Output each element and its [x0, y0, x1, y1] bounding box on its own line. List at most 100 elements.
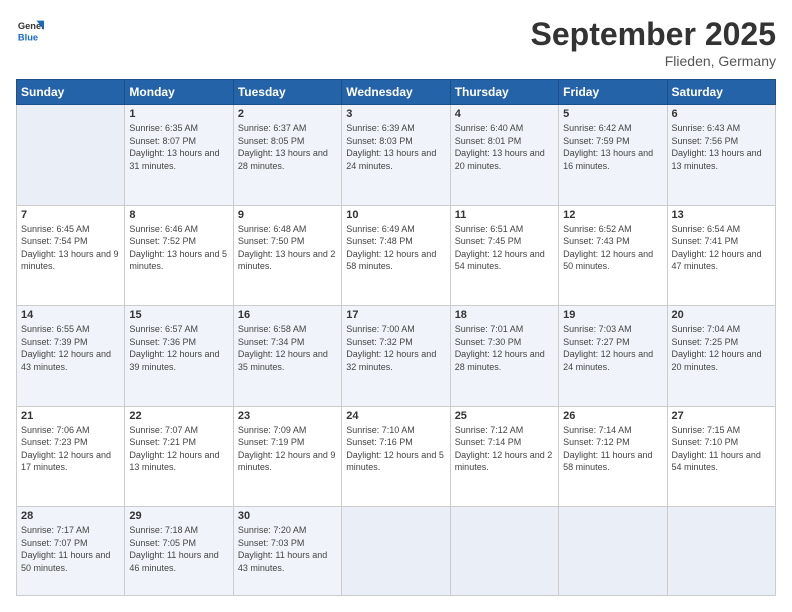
day-number: 8 [129, 209, 228, 221]
day-number: 10 [346, 209, 445, 221]
cell-content: Sunrise: 6:42 AMSunset: 7:59 PMDaylight:… [563, 122, 662, 172]
table-row: 19Sunrise: 7:03 AMSunset: 7:27 PMDayligh… [559, 306, 667, 407]
table-row: 15 Sunrise: 6:57 AMSunset: 7:36 PMDayligh… [125, 306, 233, 407]
table-row: 30 Sunrise: 7:20 AMSunset: 7:03 PMDayligh… [233, 507, 341, 596]
header: General Blue September 2025 Flieden, Ger… [16, 16, 776, 69]
cell-content: Sunrise: 6:40 AMSunset: 8:01 PMDaylight:… [455, 122, 554, 172]
col-monday: Monday [125, 80, 233, 105]
cell-content: Sunrise: 7:09 AMSunset: 7:19 PMDaylight:… [238, 424, 337, 474]
cell-content: Sunrise: 6:35 AMSunset: 8:07 PMDaylight:… [129, 122, 228, 172]
table-row: 16 Sunrise: 6:58 AMSunset: 7:34 PMDayligh… [233, 306, 341, 407]
table-row: 4Sunrise: 6:40 AMSunset: 8:01 PMDaylight… [450, 105, 558, 206]
day-number: 2 [238, 108, 337, 120]
day-number: 12 [563, 209, 662, 221]
cell-content: Sunrise: 7:20 AMSunset: 7:03 PMDaylight:… [238, 524, 337, 574]
day-number: 6 [672, 108, 771, 120]
day-number: 25 [455, 410, 554, 422]
month-title: September 2025 [531, 16, 776, 53]
day-number: 5 [563, 108, 662, 120]
day-number: 3 [346, 108, 445, 120]
table-row: 24Sunrise: 7:10 AMSunset: 7:16 PMDayligh… [342, 406, 450, 507]
table-row: 11 Sunrise: 6:51 AMSunset: 7:45 PMDayligh… [450, 205, 558, 306]
cell-content: Sunrise: 6:54 AMSunset: 7:41 PMDaylight:… [672, 223, 771, 273]
table-row: 14 Sunrise: 6:55 AMSunset: 7:39 PMDayligh… [17, 306, 125, 407]
col-thursday: Thursday [450, 80, 558, 105]
cell-content: Sunrise: 7:06 AMSunset: 7:23 PMDaylight:… [21, 424, 120, 474]
day-number: 7 [21, 209, 120, 221]
calendar-week-row: 7Sunrise: 6:45 AMSunset: 7:54 PMDaylight… [17, 205, 776, 306]
calendar-header-row: Sunday Monday Tuesday Wednesday Thursday… [17, 80, 776, 105]
day-number: 20 [672, 309, 771, 321]
cell-content: Sunrise: 7:12 AMSunset: 7:14 PMDaylight:… [455, 424, 554, 474]
col-saturday: Saturday [667, 80, 775, 105]
cell-content: Sunrise: 6:49 AMSunset: 7:48 PMDaylight:… [346, 223, 445, 273]
cell-content: Sunrise: 7:14 AMSunset: 7:12 PMDaylight:… [563, 424, 662, 474]
svg-text:Blue: Blue [18, 32, 38, 42]
table-row [342, 507, 450, 596]
day-number: 13 [672, 209, 771, 221]
cell-content: Sunrise: 6:39 AMSunset: 8:03 PMDaylight:… [346, 122, 445, 172]
day-number: 22 [129, 410, 228, 422]
day-number: 27 [672, 410, 771, 422]
calendar-week-row: 21 Sunrise: 7:06 AMSunset: 7:23 PMDayligh… [17, 406, 776, 507]
day-number: 29 [129, 510, 228, 522]
day-number: 17 [346, 309, 445, 321]
col-tuesday: Tuesday [233, 80, 341, 105]
table-row: 3 Sunrise: 6:39 AMSunset: 8:03 PMDaylight… [342, 105, 450, 206]
table-row: 18Sunrise: 7:01 AMSunset: 7:30 PMDayligh… [450, 306, 558, 407]
title-block: September 2025 Flieden, Germany [531, 16, 776, 69]
day-number: 18 [455, 309, 554, 321]
table-row: 5 Sunrise: 6:42 AMSunset: 7:59 PMDaylight… [559, 105, 667, 206]
table-row: 29 Sunrise: 7:18 AMSunset: 7:05 PMDayligh… [125, 507, 233, 596]
cell-content: Sunrise: 6:43 AMSunset: 7:56 PMDaylight:… [672, 122, 771, 172]
cell-content: Sunrise: 7:17 AMSunset: 7:07 PMDaylight:… [21, 524, 120, 574]
table-row: 20 Sunrise: 7:04 AMSunset: 7:25 PMDayligh… [667, 306, 775, 407]
day-number: 24 [346, 410, 445, 422]
day-number: 14 [21, 309, 120, 321]
cell-content: Sunrise: 6:51 AMSunset: 7:45 PMDaylight:… [455, 223, 554, 273]
day-number: 9 [238, 209, 337, 221]
col-wednesday: Wednesday [342, 80, 450, 105]
calendar-week-row: 1 Sunrise: 6:35 AMSunset: 8:07 PMDaylight… [17, 105, 776, 206]
cell-content: Sunrise: 6:46 AMSunset: 7:52 PMDaylight:… [129, 223, 228, 273]
cell-content: Sunrise: 7:00 AMSunset: 7:32 PMDaylight:… [346, 323, 445, 373]
table-row: 27Sunrise: 7:15 AMSunset: 7:10 PMDayligh… [667, 406, 775, 507]
table-row: 25 Sunrise: 7:12 AMSunset: 7:14 PMDayligh… [450, 406, 558, 507]
cell-content: Sunrise: 6:48 AMSunset: 7:50 PMDaylight:… [238, 223, 337, 273]
table-row: 17 Sunrise: 7:00 AMSunset: 7:32 PMDayligh… [342, 306, 450, 407]
table-row: 8 Sunrise: 6:46 AMSunset: 7:52 PMDaylight… [125, 205, 233, 306]
cell-content: Sunrise: 7:04 AMSunset: 7:25 PMDaylight:… [672, 323, 771, 373]
col-friday: Friday [559, 80, 667, 105]
table-row: 10 Sunrise: 6:49 AMSunset: 7:48 PMDayligh… [342, 205, 450, 306]
cell-content: Sunrise: 7:03 AMSunset: 7:27 PMDaylight:… [563, 323, 662, 373]
table-row: 23Sunrise: 7:09 AMSunset: 7:19 PMDayligh… [233, 406, 341, 507]
day-number: 28 [21, 510, 120, 522]
table-row [667, 507, 775, 596]
table-row: 12Sunrise: 6:52 AMSunset: 7:43 PMDayligh… [559, 205, 667, 306]
table-row [17, 105, 125, 206]
day-number: 30 [238, 510, 337, 522]
table-row: 9 Sunrise: 6:48 AMSunset: 7:50 PMDaylight… [233, 205, 341, 306]
table-row [450, 507, 558, 596]
table-row: 28 Sunrise: 7:17 AMSunset: 7:07 PMDayligh… [17, 507, 125, 596]
table-row: 2 Sunrise: 6:37 AMSunset: 8:05 PMDaylight… [233, 105, 341, 206]
day-number: 26 [563, 410, 662, 422]
day-number: 11 [455, 209, 554, 221]
logo-icon: General Blue [16, 16, 44, 44]
day-number: 16 [238, 309, 337, 321]
cell-content: Sunrise: 6:57 AMSunset: 7:36 PMDaylight:… [129, 323, 228, 373]
cell-content: Sunrise: 7:18 AMSunset: 7:05 PMDaylight:… [129, 524, 228, 574]
table-row: 22 Sunrise: 7:07 AMSunset: 7:21 PMDayligh… [125, 406, 233, 507]
day-number: 21 [21, 410, 120, 422]
table-row: 13 Sunrise: 6:54 AMSunset: 7:41 PMDayligh… [667, 205, 775, 306]
cell-content: Sunrise: 6:58 AMSunset: 7:34 PMDaylight:… [238, 323, 337, 373]
calendar-week-row: 14 Sunrise: 6:55 AMSunset: 7:39 PMDayligh… [17, 306, 776, 407]
logo: General Blue [16, 16, 44, 44]
cell-content: Sunrise: 6:37 AMSunset: 8:05 PMDaylight:… [238, 122, 337, 172]
day-number: 1 [129, 108, 228, 120]
day-number: 15 [129, 309, 228, 321]
cell-content: Sunrise: 6:55 AMSunset: 7:39 PMDaylight:… [21, 323, 120, 373]
cell-content: Sunrise: 7:07 AMSunset: 7:21 PMDaylight:… [129, 424, 228, 474]
calendar-week-row: 28 Sunrise: 7:17 AMSunset: 7:07 PMDayligh… [17, 507, 776, 596]
table-row [559, 507, 667, 596]
